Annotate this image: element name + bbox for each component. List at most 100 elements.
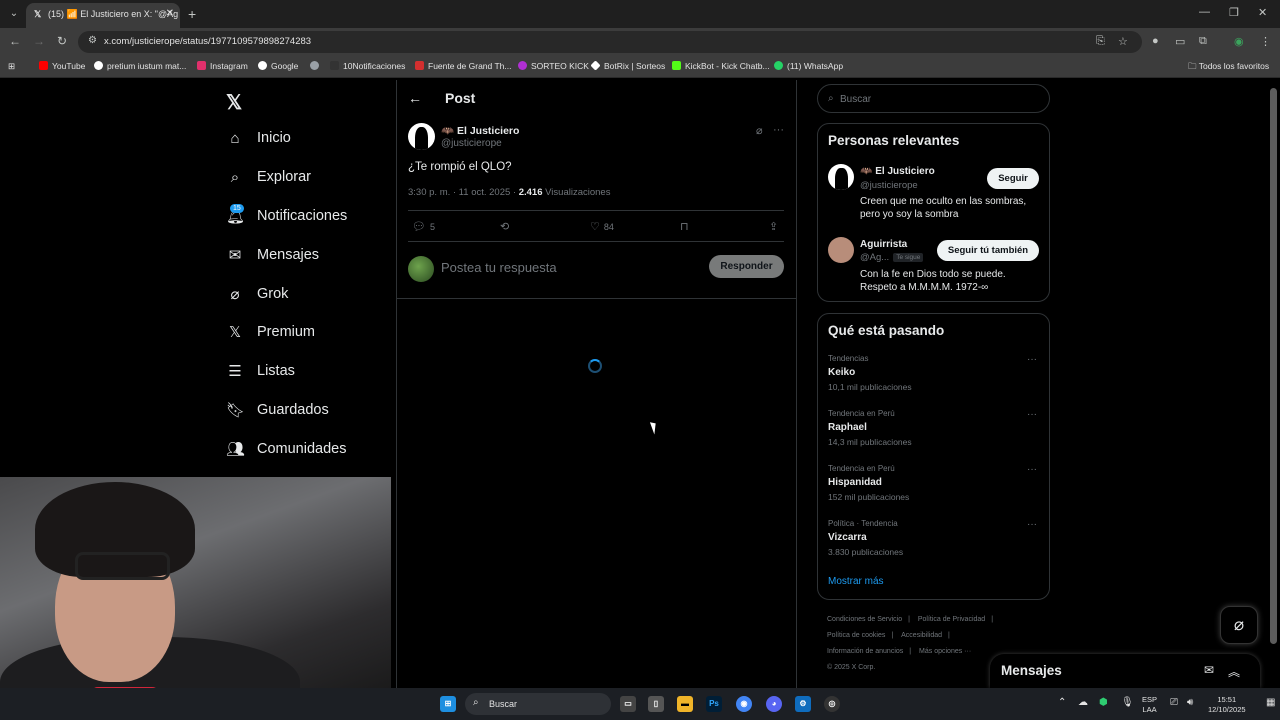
apps-grid-icon[interactable]: ⊞ [8,61,15,72]
tray-chevron-icon[interactable]: ⌃ [1058,697,1066,708]
reply-button[interactable]: Responder [709,255,784,278]
trend-name[interactable]: Keiko [828,367,855,378]
person-name[interactable]: 🦇 El Justiciero [860,166,935,177]
trend-more-icon[interactable]: ··· [1027,354,1037,365]
photoshop-icon[interactable]: Ps [706,696,722,712]
footer-link[interactable]: Condiciones de Servicio [827,616,902,623]
share-action[interactable]: ⇪ [769,220,778,233]
nav-item-explorar[interactable]: ⌕ Explorar [226,164,311,190]
obs-icon[interactable]: ◎ [824,696,840,712]
x-logo-icon[interactable]: 𝕏 [226,90,242,115]
follow-button[interactable]: Seguir [987,168,1039,189]
install-app-icon[interactable]: ⎘ [1096,35,1105,48]
person-avatar[interactable] [828,164,854,190]
trend-name[interactable]: Vizcarra [828,532,867,543]
app-icon[interactable]: ⚙ [795,696,811,712]
new-tab-button[interactable]: + [188,6,196,22]
extensions-puzzle-icon[interactable]: ⧉ [1199,35,1207,48]
volume-icon[interactable]: 🔊︎ [1187,697,1193,708]
bookmark-botrix[interactable]: BotRix | Sorteos [590,60,665,71]
scrollbar[interactable] [1270,88,1277,644]
bookmark-star-icon[interactable]: ☆ [1118,35,1128,48]
back-arrow-icon[interactable]: ← [408,90,422,106]
person-avatar[interactable] [828,237,854,263]
messages-drawer[interactable]: Mensajes ✉ ︽ [990,654,1260,688]
menu-kebab-icon[interactable]: ⋮ [1260,35,1271,48]
grok-button[interactable]: ⌀ [1220,606,1258,644]
extension-icon[interactable]: ● [1152,35,1159,47]
tab-search-icon[interactable]: ⌄ [6,6,22,22]
reply-input[interactable]: Postea tu respuesta [441,260,557,275]
grok-explain-icon[interactable]: ⌀ [756,124,763,137]
nav-item-listas[interactable]: ☰ Listas [226,358,295,384]
show-more-link[interactable]: Mostrar más [828,576,884,587]
tab-close-icon[interactable]: ✕ [166,8,174,19]
language-indicator[interactable]: ESP LAA [1142,695,1157,715]
bookmark-globe[interactable] [310,61,323,71]
forward-icon[interactable]: → [33,34,45,48]
author-avatar[interactable] [408,123,435,150]
microphone-icon[interactable]: 🎙︎ [1121,697,1134,708]
trend-name[interactable]: Raphael [828,422,867,433]
bookmark-google[interactable]: Google [258,61,298,71]
bookmark-action[interactable]: ⊓ [680,220,689,233]
minimize-button[interactable]: — [1199,6,1210,18]
nav-item-notificaciones[interactable]: 🔔︎ Notificaciones [226,203,347,229]
more-options-icon[interactable]: ··· [773,124,784,136]
author-name[interactable]: 🦇 El Justiciero [441,124,519,137]
restore-button[interactable]: ❐ [1229,6,1239,19]
taskbar-search[interactable]: ⌕ Buscar [465,693,611,715]
nav-item-premium[interactable]: 𝕏 Premium [226,319,315,345]
clock[interactable]: 15:51 12/10/2025 [1208,695,1246,715]
app-icon[interactable]: ▯ [648,696,664,712]
all-bookmarks[interactable]: 🗀 Todos los favoritos [1188,61,1269,75]
footer-link[interactable]: Política de cookies [827,632,885,639]
bookmark-gta[interactable]: Fuente de Grand Th... [415,61,511,71]
security-icon[interactable]: ⬢ [1099,697,1108,708]
bookmark-kickbot[interactable]: KickBot - Kick Chatb... [672,61,770,71]
address-bar[interactable]: ⚙ x.com/justicierope/status/197710957989… [78,31,1142,53]
cloud-icon[interactable]: ☁ [1078,697,1088,708]
profile-avatar-icon[interactable]: ◉ [1234,35,1244,48]
follow-back-button[interactable]: Seguir tú también [937,240,1039,261]
notifications-icon[interactable]: ▦ [1266,697,1275,708]
bookmark-whatsapp[interactable]: (11) WhatsApp [774,61,843,71]
repost-action[interactable]: ⟲ [500,220,509,233]
nav-item-comunidades[interactable]: 👥︎ Comunidades [226,436,346,462]
nav-item-guardados[interactable]: 🔖︎ Guardados [226,397,329,423]
person-name[interactable]: Aguirrista [860,239,907,250]
site-info-icon[interactable]: ⚙ [88,35,97,46]
bookmark-10notificaciones[interactable]: 10Notificaciones [330,61,405,71]
bookmark-pretium[interactable]: pretium iustum mat... [94,61,186,71]
nav-item-inicio[interactable]: ⌂ Inicio [226,125,290,151]
footer-link[interactable]: Información de anuncios [827,648,903,655]
discord-icon[interactable]: ◕ [766,696,782,712]
trend-more-icon[interactable]: ··· [1027,464,1037,475]
task-view-icon[interactable]: ▭ [620,696,636,712]
nav-item-mensajes[interactable]: ✉ Mensajes [226,242,319,268]
footer-link[interactable]: Política de Privacidad [918,616,985,623]
browser-tab-active[interactable]: 𝕏 (15) 📶 El Justiciero en X: "@Ag ✕ [26,3,180,28]
trend-name[interactable]: Hispanidad [828,477,882,488]
close-window-button[interactable]: ✕ [1258,6,1267,19]
reply-action[interactable]: 💬︎ 5 [412,220,435,233]
author-handle[interactable]: @justicierope [441,138,502,149]
nav-item-grok[interactable]: ⌀ Grok [226,281,288,307]
bookmark-youtube[interactable]: YouTube [39,61,85,71]
like-action[interactable]: ♡ 84 [590,220,614,233]
search-input[interactable]: ⌕ Buscar [817,84,1050,113]
new-message-icon[interactable]: ✉ [1204,663,1214,677]
trend-more-icon[interactable]: ··· [1027,519,1037,530]
person-handle[interactable]: @justicierope [860,180,918,191]
extension2-icon[interactable]: ▭ [1175,35,1185,48]
expand-chevron-icon[interactable]: ︽ [1228,663,1240,680]
bookmark-instagram[interactable]: Instagram [197,61,248,71]
network-icon[interactable]: ⎚ [1170,697,1178,708]
trend-more-icon[interactable]: ··· [1027,409,1037,420]
footer-link[interactable]: Accesibilidad [901,632,942,639]
footer-link[interactable]: Más opciones ··· [919,648,971,655]
bookmark-sorteo-kick[interactable]: SORTEO KICK [518,61,589,71]
reload-icon[interactable]: ↻ [57,34,67,48]
windows-start-icon[interactable]: ⊞ [440,696,456,712]
chrome-icon[interactable]: ◉ [736,696,752,712]
